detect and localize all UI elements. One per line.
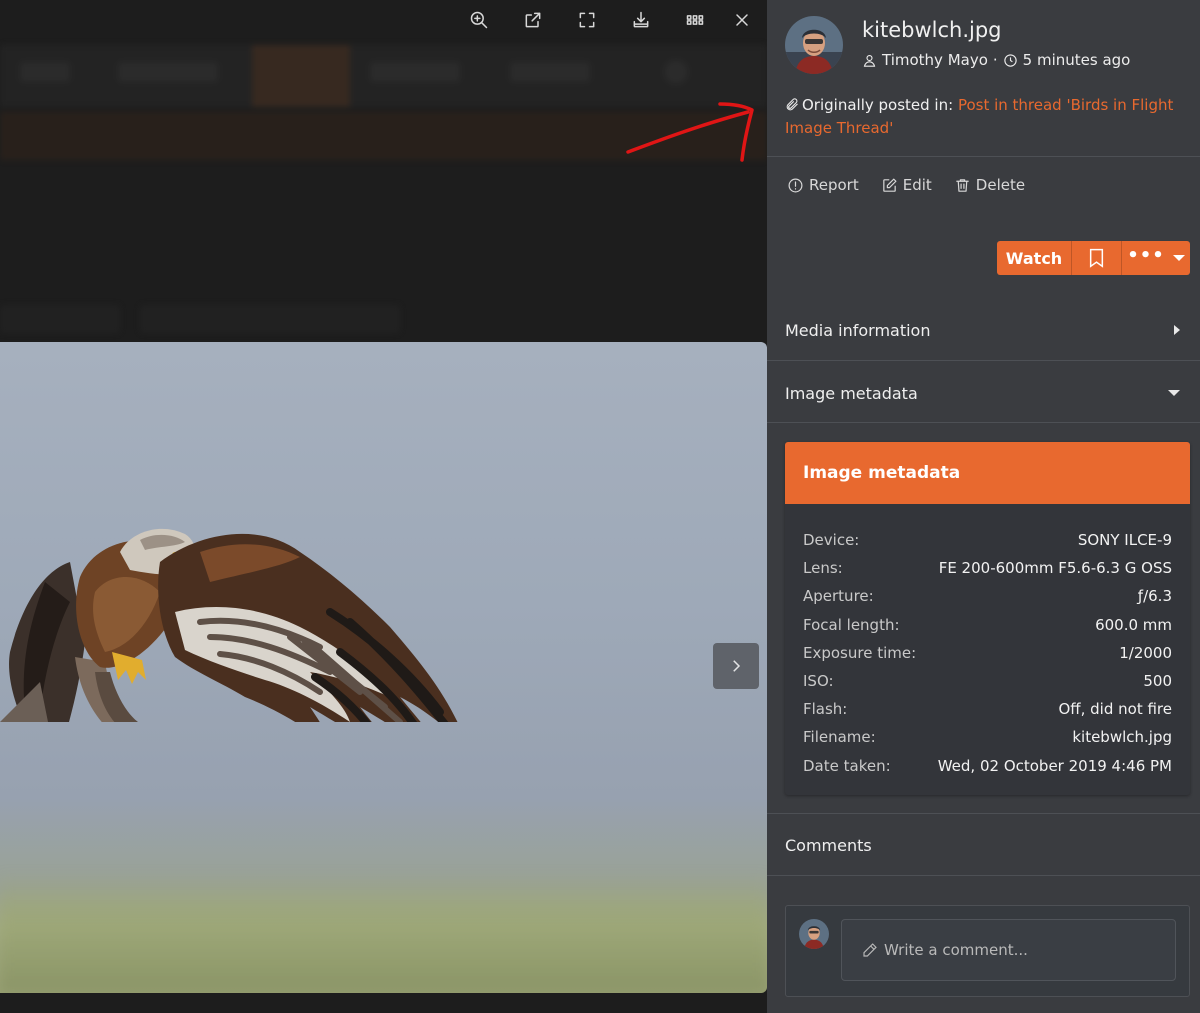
image-metadata-card: Image metadata Device: SONY ILCE-9 Lens: FE… [785,442,1190,795]
thumbnails-icon [686,15,704,25]
open-external-icon [525,12,541,28]
report-button[interactable]: Report [787,176,859,194]
divider [767,875,1200,876]
bookmark-icon [1089,248,1104,268]
red-kite-bird-image [0,528,458,722]
divider [767,360,1200,361]
media-header: kitebwlch.jpg Timothy Mayo · 5 minutes a… [785,14,1200,154]
comments-label: Comments [785,835,872,855]
caret-down-icon [1168,390,1180,396]
close-icon [736,14,748,26]
divider [767,156,1200,157]
watch-button-group: Watch ••• [997,241,1190,275]
edit-button[interactable]: Edit [881,176,932,194]
image-metadata-label: Image metadata [785,383,918,403]
comments-heading: Comments [785,833,1184,857]
more-options-button[interactable]: ••• [1122,241,1190,275]
media-actions: Report Edit Delete [787,176,1025,194]
bookmark-button[interactable] [1072,241,1122,275]
user-icon [863,54,876,67]
metadata-value: FE 200-600mm F5.6-6.3 G OSS [938,559,1172,578]
metadata-row: Focal length: 600.0 mm [803,611,1172,639]
clock-icon [1003,53,1017,67]
metadata-row: Filename: kitebwlch.jpg [803,723,1172,751]
metadata-value: 500 [1143,672,1172,691]
metadata-value: ƒ/6.3 [1137,587,1172,606]
comment-input[interactable]: Write a comment... [841,919,1176,981]
metadata-key: Flash: [803,700,848,719]
metadata-row: Flash: Off, did not fire [803,695,1172,723]
chevron-right-icon [733,660,741,672]
thumbnails-button[interactable] [668,4,722,36]
download-icon [633,11,649,28]
image-metadata-header: Image metadata [785,442,1190,504]
metadata-row: Exposure time: 1/2000 [803,639,1172,667]
zoom-in-icon [470,11,488,29]
download-button[interactable] [614,4,668,36]
divider [767,422,1200,423]
metadata-value: kitebwlch.jpg [1072,728,1172,747]
metadata-key: Filename: [803,728,876,747]
author-name-link[interactable]: Timothy Mayo [882,51,988,69]
metadata-key: Focal length: [803,615,900,634]
trash-icon [956,178,969,192]
metadata-key: Date taken: [803,756,891,775]
metadata-row: ISO: 500 [803,667,1172,695]
more-dots-icon: ••• [1127,245,1165,266]
edit-icon [882,178,897,192]
media-sidebar: kitebwlch.jpg Timothy Mayo · 5 minutes a… [767,0,1200,1013]
image-metadata-toggle[interactable]: Image metadata [785,381,1184,405]
metadata-key: ISO: [803,672,834,691]
blurred-background-page [0,0,767,342]
metadata-value: Wed, 02 October 2019 4:46 PM [937,756,1172,775]
media-title: kitebwlch.jpg [862,18,1002,42]
metadata-row: Aperture: ƒ/6.3 [803,582,1172,610]
metadata-value: SONY ILCE-9 [1077,531,1172,550]
delete-button[interactable]: Delete [954,176,1025,194]
metadata-key: Aperture: [803,587,874,606]
alert-circle-icon [788,178,803,192]
image-metadata-list: Device: SONY ILCE-9 Lens: FE 200-600mm F5.6… [785,504,1190,780]
paperclip-icon [786,98,798,111]
metadata-value: 600.0 mm [1095,615,1172,634]
edit-label: Edit [902,176,932,194]
report-label: Report [809,176,859,194]
caret-right-icon [1174,325,1180,335]
media-information-label: Media information [785,320,931,340]
fullscreen-icon [579,12,595,28]
metadata-row: Lens: FE 200-600mm F5.6-6.3 G OSS [803,554,1172,582]
viewer-toolbar [452,4,762,36]
posted-time[interactable]: 5 minutes ago [1023,51,1131,69]
image-viewer [0,0,767,1013]
media-information-toggle[interactable]: Media information [785,318,1184,342]
metadata-row: Device: SONY ILCE-9 [803,526,1172,554]
zoom-in-button[interactable] [452,4,506,36]
close-viewer-button[interactable] [722,4,762,36]
media-byline: Timothy Mayo · 5 minutes ago [862,51,1130,69]
fullscreen-button[interactable] [560,4,614,36]
metadata-key: Device: [803,531,860,550]
caret-down-icon [1172,255,1185,261]
next-image-button[interactable] [713,643,759,689]
current-user-avatar[interactable] [799,919,829,949]
author-avatar[interactable] [785,16,843,74]
byline-separator: · [992,51,998,69]
main-photo [0,342,767,993]
origin-label: Originally posted in: [802,96,954,114]
origin-info: Originally posted in: Post in thread 'Bi… [785,94,1185,140]
comment-box: Write a comment... [785,905,1190,997]
metadata-value: 1/2000 [1119,643,1172,662]
divider [767,813,1200,814]
delete-label: Delete [975,176,1026,194]
pencil-icon [863,943,877,957]
open-in-new-window-button[interactable] [506,4,560,36]
metadata-key: Exposure time: [803,643,917,662]
comment-placeholder: Write a comment... [884,941,1028,959]
watch-button[interactable]: Watch [997,241,1072,275]
metadata-row: Date taken: Wed, 02 October 2019 4:46 PM [803,752,1172,780]
metadata-key: Lens: [803,559,843,578]
metadata-value: Off, did not fire [1058,700,1172,719]
